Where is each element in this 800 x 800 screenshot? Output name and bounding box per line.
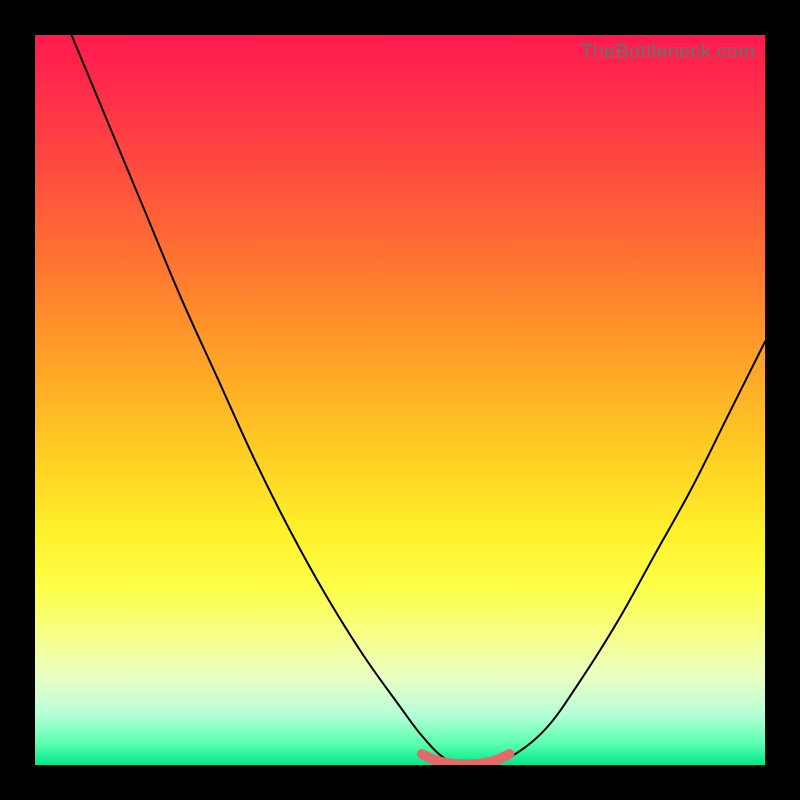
curve-layer (35, 35, 765, 765)
plot-area: TheBottleneck.com (35, 35, 765, 765)
bottleneck-curve (72, 35, 766, 765)
chart-frame: TheBottleneck.com (0, 0, 800, 800)
optimal-range-marker (422, 754, 510, 764)
